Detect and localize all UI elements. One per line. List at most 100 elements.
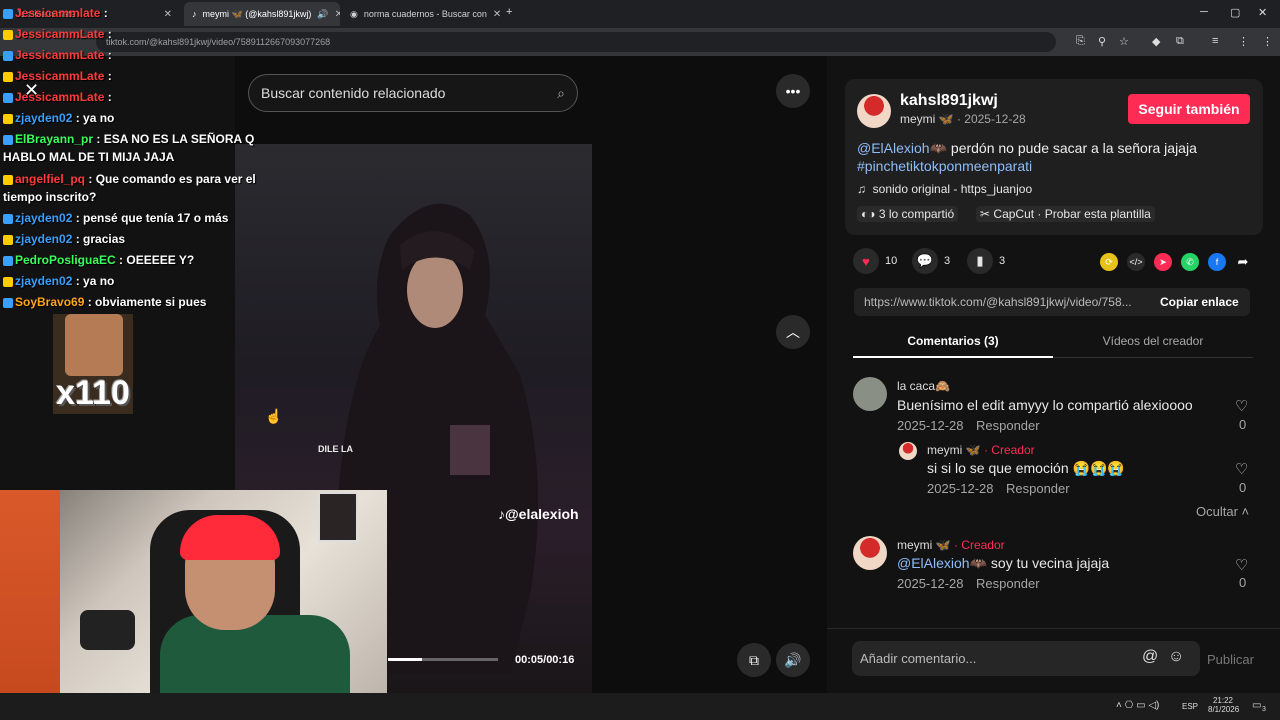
publish-button[interactable]: Publicar bbox=[1207, 652, 1254, 667]
puzzle-icon[interactable]: ⧉ bbox=[1176, 35, 1184, 48]
reply-username[interactable]: meymi 🦋 bbox=[927, 443, 981, 457]
hashtag-link[interactable]: #pinchetiktokponmeenparati bbox=[857, 158, 1032, 174]
maximize-icon[interactable]: ▢ bbox=[1230, 6, 1240, 19]
clock[interactable]: 21:22 8/1/2026 bbox=[1208, 696, 1239, 714]
like-count: 10 bbox=[885, 255, 898, 267]
like-button[interactable]: ♥ 10 bbox=[853, 248, 897, 274]
facebook-icon[interactable]: f bbox=[1208, 253, 1226, 271]
comment-text: Buenísimo el edit amyyy lo compartió ale… bbox=[897, 397, 1193, 413]
chat-username[interactable]: SoyBravo69 bbox=[15, 295, 84, 309]
previous-video-button[interactable]: ︿ bbox=[776, 315, 810, 349]
tray-icons[interactable]: ˄ ⎔ ▭ ◁) bbox=[1116, 700, 1159, 711]
chat-username[interactable]: PedroPosliguaEC bbox=[15, 253, 116, 267]
whatsapp-icon[interactable]: ✆ bbox=[1181, 253, 1199, 271]
sound-link[interactable]: ♫ sonido original - https_juanjoo bbox=[857, 182, 1032, 196]
chat-username[interactable]: JessicammLate bbox=[15, 27, 104, 41]
share-arrow-icon[interactable]: ➦ bbox=[1234, 253, 1252, 271]
chat-username[interactable]: zjayden02 bbox=[15, 232, 72, 246]
chat-username[interactable]: JessicammLate bbox=[15, 90, 104, 104]
reply-button[interactable]: Responder bbox=[976, 576, 1040, 591]
menu-icon[interactable]: ⋮ bbox=[1238, 35, 1249, 48]
notification-icon[interactable]: ▭ bbox=[1252, 700, 1261, 711]
shared-chip[interactable]: ◐◑ 3 lo compartió bbox=[857, 206, 959, 222]
cast-icon[interactable]: ⎘ bbox=[1076, 35, 1085, 48]
chat-username[interactable]: ElBrayann_pr bbox=[15, 132, 93, 146]
video-link-text: https://www.tiktok.com/@kahsl891jkwj/vid… bbox=[864, 295, 1132, 309]
media-icon[interactable]: ≡ bbox=[1212, 35, 1218, 47]
volume-button[interactable]: 🔊 bbox=[776, 643, 810, 677]
comment-username[interactable]: la caca🙈 bbox=[897, 379, 950, 393]
star-icon[interactable]: ☆ bbox=[1119, 35, 1129, 48]
capcut-text: CapCut · Probar esta plantilla bbox=[993, 207, 1151, 221]
chat-badge-icon bbox=[3, 113, 13, 124]
heart-icon: ♥ bbox=[853, 248, 879, 274]
emoji-icon[interactable]: ☺ bbox=[1168, 648, 1184, 666]
minimize-icon[interactable]: ─ bbox=[1200, 6, 1208, 18]
chat-message: : bbox=[107, 27, 112, 41]
more-icon[interactable]: ⋮ bbox=[1262, 35, 1273, 48]
chat-username[interactable]: zjayden02 bbox=[15, 211, 72, 225]
chat-line: JessicammLate : bbox=[3, 25, 258, 43]
pip-button[interactable]: ⧉ bbox=[737, 643, 771, 677]
tab-creator-videos[interactable]: Vídeos del creador bbox=[1053, 334, 1253, 348]
comment-like-icon[interactable]: ♡ bbox=[1235, 397, 1248, 415]
related-search-input[interactable]: Buscar contenido relacionado ⌕ bbox=[248, 74, 578, 112]
comment-button[interactable]: 💬 3 bbox=[912, 248, 950, 274]
comment-like-icon[interactable]: ♡ bbox=[1235, 556, 1248, 574]
chat-username[interactable]: angelfiel_pq bbox=[15, 172, 85, 186]
mention-link[interactable]: @ElAlexioh🦇 bbox=[897, 555, 987, 571]
close-icon[interactable]: ✕ bbox=[335, 9, 340, 20]
tab-search[interactable]: ◉ norma cuadernos - Buscar con ✕ bbox=[342, 2, 500, 26]
chat-username[interactable]: zjayden02 bbox=[15, 111, 72, 125]
repost-icon[interactable]: ⟳ bbox=[1100, 253, 1118, 271]
zoom-icon[interactable]: ⚲ bbox=[1098, 35, 1106, 48]
chat-username[interactable]: JessicammLate bbox=[15, 48, 104, 62]
copy-link-button[interactable]: Copiar enlace bbox=[1160, 295, 1239, 309]
mention-icon[interactable]: @ bbox=[1142, 648, 1158, 666]
chat-message: : gracias bbox=[75, 232, 126, 246]
chat-line: ElBrayann_pr : ESA NO ES LA SEÑORA Q HAB… bbox=[3, 130, 258, 166]
tab-comments[interactable]: Comentarios (3) bbox=[853, 334, 1053, 348]
comment-username-row: meymi 🦋 · Creador bbox=[897, 538, 1005, 552]
reply-like-icon[interactable]: ♡ bbox=[1235, 460, 1248, 478]
comment-avatar[interactable] bbox=[853, 536, 887, 570]
reply-button[interactable]: Responder bbox=[1006, 481, 1070, 496]
divider bbox=[827, 628, 1280, 629]
save-button[interactable]: ▮ 3 bbox=[967, 248, 1005, 274]
chat-badge-icon bbox=[3, 255, 13, 266]
mention-link[interactable]: @ElAlexioh🦇 bbox=[857, 140, 947, 156]
chat-username[interactable]: Jessicammlate bbox=[15, 6, 100, 20]
extension-icon[interactable]: ◆ bbox=[1152, 35, 1160, 48]
chat-line: Jessicammlate : bbox=[3, 4, 258, 22]
capcut-chip[interactable]: ✂ CapCut · Probar esta plantilla bbox=[976, 206, 1155, 222]
chat-message: : bbox=[107, 69, 112, 83]
tab-indicator bbox=[853, 356, 1053, 358]
search-icon[interactable]: ⌕ bbox=[557, 75, 565, 111]
send-icon[interactable]: ➤ bbox=[1154, 253, 1172, 271]
reply-avatar[interactable] bbox=[899, 442, 917, 460]
chat-message: : bbox=[107, 48, 112, 62]
notification-count: 3 bbox=[1262, 706, 1266, 713]
more-options-button[interactable]: ••• bbox=[776, 74, 810, 108]
chat-username[interactable]: JessicammLate bbox=[15, 69, 104, 83]
reply-button[interactable]: Responder bbox=[976, 418, 1040, 433]
chevron-up-icon: ˄ bbox=[1241, 504, 1250, 519]
author-avatar[interactable] bbox=[857, 94, 891, 128]
comment-username[interactable]: meymi 🦋 bbox=[897, 538, 951, 552]
webcam-poster bbox=[318, 492, 358, 542]
comment-like-count: 0 bbox=[1239, 417, 1247, 432]
chat-username[interactable]: zjayden02 bbox=[15, 274, 72, 288]
language-indicator[interactable]: ESP bbox=[1182, 702, 1198, 711]
comment-input[interactable]: Añadir comentario... @ ☺ bbox=[852, 641, 1200, 676]
video-progress-bar[interactable] bbox=[388, 658, 498, 661]
embed-icon[interactable]: </> bbox=[1127, 253, 1145, 271]
close-window-icon[interactable]: ✕ bbox=[1258, 6, 1267, 19]
comment-avatar[interactable] bbox=[853, 377, 887, 411]
hide-replies-button[interactable]: Ocultar ˄ bbox=[1196, 504, 1249, 519]
reply-text: si si lo se que emoción 😭😭😭 bbox=[927, 460, 1125, 476]
follow-button[interactable]: Seguir también bbox=[1128, 94, 1250, 124]
close-icon[interactable]: ✕ bbox=[493, 9, 500, 20]
globe-icon: ◉ bbox=[350, 8, 358, 19]
author-username[interactable]: kahsl891jkwj bbox=[900, 92, 998, 110]
new-tab-icon[interactable]: + bbox=[506, 6, 512, 18]
